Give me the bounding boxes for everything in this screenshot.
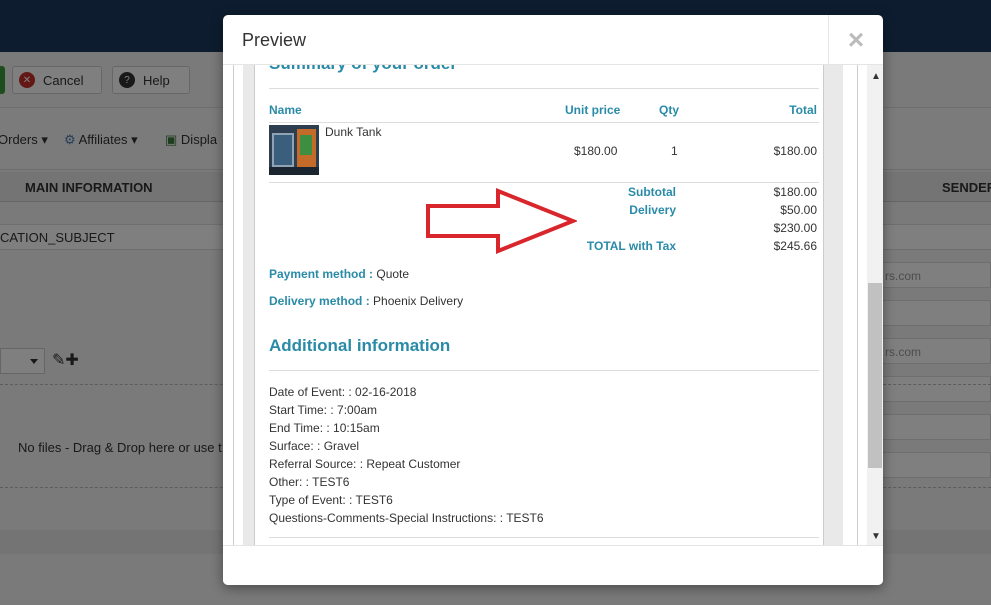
info-surface: Surface: : Gravel (269, 439, 360, 453)
info-end-time: End Time: : 10:15am (269, 421, 380, 435)
header-divider (269, 122, 819, 123)
payment-method-label: Payment method : (269, 267, 374, 281)
product-thumbnail (269, 125, 319, 175)
subtotal-value: $180.00 (773, 185, 817, 199)
additional-info-divider (269, 370, 819, 371)
modal-title: Preview (242, 30, 307, 50)
summary-title: Summary of your order (269, 65, 457, 74)
preview-scrollbar[interactable]: ▲ ▼ (867, 65, 883, 545)
scrollbar-thumb[interactable] (868, 283, 882, 468)
payment-method-value: Quote (376, 267, 410, 281)
modal-footer (223, 545, 883, 585)
item-qty: 1 (671, 144, 678, 158)
subtotal-label: Subtotal (628, 185, 676, 199)
scroll-up-icon[interactable]: ▲ (871, 71, 881, 82)
col-header-total: Total (789, 103, 817, 117)
info-start-time: Start Time: : 7:00am (269, 403, 378, 417)
email-preview: Summary of your order Name Unit price Qt… (254, 65, 824, 545)
total-with-tax-value: $245.66 (773, 239, 817, 253)
scroll-down-icon[interactable]: ▼ (871, 531, 881, 542)
close-button[interactable]: × (828, 15, 883, 65)
col-header-qty: Qty (659, 103, 680, 117)
delivery-method-value: Phoenix Delivery (373, 294, 464, 308)
delivery-label: Delivery (629, 203, 676, 217)
annotation-arrow-icon (426, 188, 577, 254)
items-divider (269, 182, 819, 183)
payment-method: Payment method : Quote (269, 267, 409, 281)
delivery-method-label: Delivery method : (269, 294, 370, 308)
item-name: Dunk Tank (325, 125, 382, 139)
additional-info-title: Additional information (269, 336, 451, 355)
info-referral-source: Referral Source: : Repeat Customer (269, 457, 461, 471)
info-type-of-event: Type of Event: : TEST6 (269, 493, 393, 507)
info-questions-comments: Questions-Comments-Special Instructions:… (269, 511, 544, 525)
preview-modal: Preview × Summary of your order Name Uni… (223, 15, 883, 585)
col-header-unit-price: Unit price (565, 103, 621, 117)
delivery-method: Delivery method : Phoenix Delivery (269, 294, 463, 308)
item-unit-price: $180.00 (574, 144, 618, 158)
total-with-tax-label: TOTAL with Tax (586, 239, 676, 253)
summary-divider (269, 88, 819, 89)
info-date-of-event: Date of Event: : 02-16-2018 (269, 385, 417, 399)
close-icon: × (847, 24, 865, 55)
info-other: Other: : TEST6 (269, 475, 350, 489)
bottom-divider (269, 537, 819, 538)
preview-frame[interactable]: Summary of your order Name Unit price Qt… (233, 65, 883, 545)
pretax-total-value: $230.00 (773, 221, 817, 235)
item-total: $180.00 (773, 144, 817, 158)
col-header-name: Name (269, 103, 302, 117)
modal-header: Preview × (223, 15, 883, 65)
delivery-value: $50.00 (780, 203, 817, 217)
